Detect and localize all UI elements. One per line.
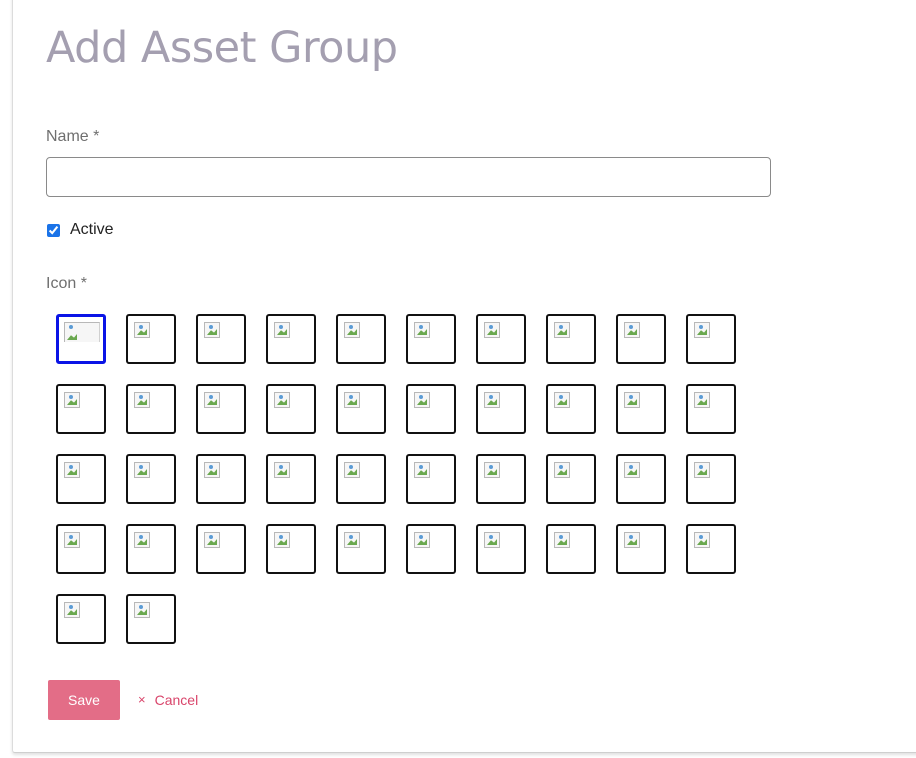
- icon-picker-grid: [56, 314, 756, 644]
- broken-image-icon: [414, 532, 430, 548]
- icon-option[interactable]: [266, 524, 316, 574]
- broken-image-icon: [134, 602, 150, 618]
- icon-option[interactable]: [476, 384, 526, 434]
- icon-option[interactable]: [196, 454, 246, 504]
- broken-image-icon: [624, 392, 640, 408]
- icon-option[interactable]: [56, 384, 106, 434]
- broken-image-icon: [64, 462, 80, 478]
- icon-option[interactable]: [336, 314, 386, 364]
- broken-image-icon: [134, 532, 150, 548]
- broken-image-icon: [134, 392, 150, 408]
- broken-image-icon: [414, 462, 430, 478]
- broken-image-icon: [484, 532, 500, 548]
- broken-image-icon: [694, 462, 710, 478]
- active-toggle-row[interactable]: Active: [46, 220, 114, 240]
- icon-option[interactable]: [406, 384, 456, 434]
- broken-image-icon: [204, 322, 220, 338]
- broken-image-icon: [344, 392, 360, 408]
- broken-image-icon: [554, 462, 570, 478]
- broken-image-icon: [64, 602, 80, 618]
- icon-option[interactable]: [406, 454, 456, 504]
- icon-option[interactable]: [686, 454, 736, 504]
- broken-image-icon: [624, 322, 640, 338]
- broken-image-icon: [274, 532, 290, 548]
- icon-option[interactable]: [196, 314, 246, 364]
- broken-image-icon: [414, 392, 430, 408]
- broken-image-icon: [694, 392, 710, 408]
- broken-image-icon: [204, 392, 220, 408]
- icon-option[interactable]: [616, 314, 666, 364]
- icon-option[interactable]: [196, 524, 246, 574]
- icon-option[interactable]: [616, 454, 666, 504]
- broken-image-icon: [414, 322, 430, 338]
- icon-option[interactable]: [686, 384, 736, 434]
- icon-option[interactable]: [406, 524, 456, 574]
- icon-option[interactable]: [336, 524, 386, 574]
- icon-option[interactable]: [546, 524, 596, 574]
- icon-option[interactable]: [616, 384, 666, 434]
- broken-image-icon: [484, 462, 500, 478]
- icon-option[interactable]: [56, 594, 106, 644]
- icon-option[interactable]: [56, 314, 106, 364]
- icon-option[interactable]: [266, 314, 316, 364]
- icon-option[interactable]: [546, 384, 596, 434]
- broken-image-icon: [624, 532, 640, 548]
- icon-option[interactable]: [126, 314, 176, 364]
- close-icon: ×: [138, 692, 146, 707]
- name-input[interactable]: [46, 157, 771, 197]
- icon-option[interactable]: [616, 524, 666, 574]
- icon-option[interactable]: [126, 524, 176, 574]
- icon-option[interactable]: [196, 384, 246, 434]
- broken-image-icon: [134, 462, 150, 478]
- broken-image-icon: [554, 322, 570, 338]
- broken-image-icon: [204, 532, 220, 548]
- icon-option[interactable]: [126, 384, 176, 434]
- active-label[interactable]: Active: [70, 220, 114, 240]
- icon-option[interactable]: [406, 314, 456, 364]
- broken-image-icon: [64, 392, 80, 408]
- active-checkbox[interactable]: [47, 223, 60, 237]
- page-title: Add Asset Group: [46, 23, 398, 73]
- page-gutter: [0, 0, 12, 758]
- broken-image-icon: [274, 392, 290, 408]
- icon-option[interactable]: [336, 384, 386, 434]
- icon-option[interactable]: [56, 454, 106, 504]
- broken-image-icon: [484, 392, 500, 408]
- broken-image-icon: [344, 462, 360, 478]
- icon-option[interactable]: [476, 454, 526, 504]
- icon-option[interactable]: [546, 454, 596, 504]
- cancel-label: Cancel: [154, 692, 199, 708]
- cancel-button[interactable]: × Cancel: [138, 690, 198, 710]
- broken-image-icon: [344, 322, 360, 338]
- broken-image-icon: [624, 462, 640, 478]
- broken-image-icon: [694, 532, 710, 548]
- broken-image-icon: [554, 532, 570, 548]
- icon-option[interactable]: [336, 454, 386, 504]
- broken-image-icon: [694, 322, 710, 338]
- icon-label: Icon *: [46, 275, 87, 292]
- icon-option[interactable]: [56, 524, 106, 574]
- broken-image-icon: [274, 322, 290, 338]
- icon-option[interactable]: [476, 314, 526, 364]
- icon-option[interactable]: [266, 454, 316, 504]
- broken-image-icon: [64, 532, 80, 548]
- icon-option[interactable]: [546, 314, 596, 364]
- name-label: Name *: [46, 128, 100, 145]
- icon-option[interactable]: [266, 384, 316, 434]
- icon-option[interactable]: [686, 524, 736, 574]
- broken-image-icon: [204, 462, 220, 478]
- save-button[interactable]: Save: [48, 680, 120, 720]
- broken-image-icon: [344, 532, 360, 548]
- broken-image-icon: [484, 322, 500, 338]
- icon-option[interactable]: [476, 524, 526, 574]
- icon-option[interactable]: [126, 594, 176, 644]
- icon-option[interactable]: [686, 314, 736, 364]
- broken-image-icon: [274, 462, 290, 478]
- broken-image-icon: [134, 322, 150, 338]
- broken-image-icon: [554, 392, 570, 408]
- icon-option[interactable]: [126, 454, 176, 504]
- broken-image-icon: [64, 322, 100, 342]
